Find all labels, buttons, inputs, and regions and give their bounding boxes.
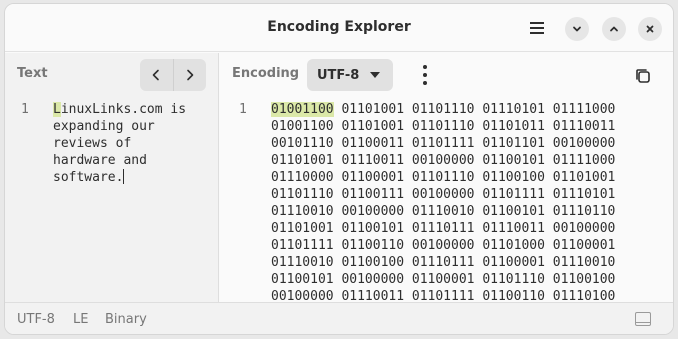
text-caret — [123, 169, 125, 184]
selected-character: L — [53, 102, 61, 117]
selected-byte: 01001100 — [271, 102, 334, 117]
text-pane-label: Text — [17, 66, 48, 81]
binary-line: 01101110 01100111 00100000 01101111 0111… — [271, 187, 616, 202]
binary-line: 01110000 01100001 01101110 01100100 0110… — [271, 170, 616, 185]
minimize-button[interactable] — [565, 17, 589, 41]
close-button[interactable] — [638, 17, 662, 41]
binary-line: 01101001 01110011 00100000 01100101 0111… — [271, 153, 616, 168]
text-line: reviews of — [53, 136, 132, 151]
status-mode[interactable]: Binary — [105, 312, 147, 327]
binary-line: 01101001 01101110 01110101 01111000 — [333, 102, 616, 117]
chevron-down-icon — [573, 26, 581, 32]
app-window: Encoding Explorer Text 1 LinuxLinks.com … — [4, 3, 674, 335]
text-line-number: 1 — [21, 102, 29, 117]
text-line: expanding our — [53, 119, 155, 134]
text-line: hardware and — [53, 153, 147, 168]
hamburger-menu-icon[interactable] — [525, 16, 549, 40]
chevron-right-icon — [186, 69, 194, 81]
copy-icon — [636, 69, 650, 83]
status-bar: UTF-8 LE Binary — [5, 302, 673, 334]
encoding-pane: Encoding UTF-8 1 01001100 01101001 01101… — [220, 53, 673, 305]
status-encoding[interactable]: UTF-8 — [17, 312, 55, 327]
close-icon — [646, 25, 654, 33]
binary-line-number: 1 — [239, 102, 247, 117]
binary-line: 01101111 01100110 00100000 01101000 0110… — [271, 238, 616, 253]
binary-line: 01101001 01100101 01110111 01110011 0010… — [271, 221, 616, 236]
character-navigation — [140, 59, 206, 91]
sidebar-toggle-icon[interactable] — [635, 312, 651, 326]
copy-button[interactable] — [633, 66, 653, 86]
status-endianness[interactable]: LE — [73, 312, 88, 327]
chevron-left-icon — [152, 69, 160, 81]
binary-line: 01110010 00100000 01110010 01100101 0111… — [271, 204, 616, 219]
text-line: software. — [53, 170, 124, 185]
header-bar: Encoding Explorer — [5, 4, 673, 52]
previous-character-button[interactable] — [140, 59, 173, 91]
binary-line: 01100101 00100000 01100001 01101110 0110… — [271, 272, 616, 287]
encoding-dropdown-value: UTF-8 — [317, 67, 360, 83]
binary-line: 01110010 01100100 01110111 01100001 0111… — [271, 255, 616, 270]
binary-line: 01001100 01101001 01101110 01101011 0111… — [271, 119, 616, 134]
encoding-pane-label: Encoding — [232, 66, 300, 81]
encoding-dropdown[interactable]: UTF-8 — [307, 59, 393, 91]
text-input-area[interactable]: LinuxLinks.com is expanding our reviews … — [53, 101, 186, 186]
maximize-button[interactable] — [602, 17, 626, 41]
binary-output[interactable]: 01001100 01101001 01101110 01110101 0111… — [271, 101, 615, 305]
kebab-menu-icon[interactable] — [419, 65, 431, 85]
text-line: inuxLinks.com is — [60, 102, 187, 117]
chevron-up-icon — [610, 26, 618, 32]
text-pane: Text 1 LinuxLinks.com is expanding our r… — [5, 53, 219, 302]
binary-line: 00101110 01100011 01101111 01101101 0010… — [271, 136, 616, 151]
next-character-button[interactable] — [173, 59, 206, 91]
dropdown-arrow-icon — [370, 72, 380, 78]
